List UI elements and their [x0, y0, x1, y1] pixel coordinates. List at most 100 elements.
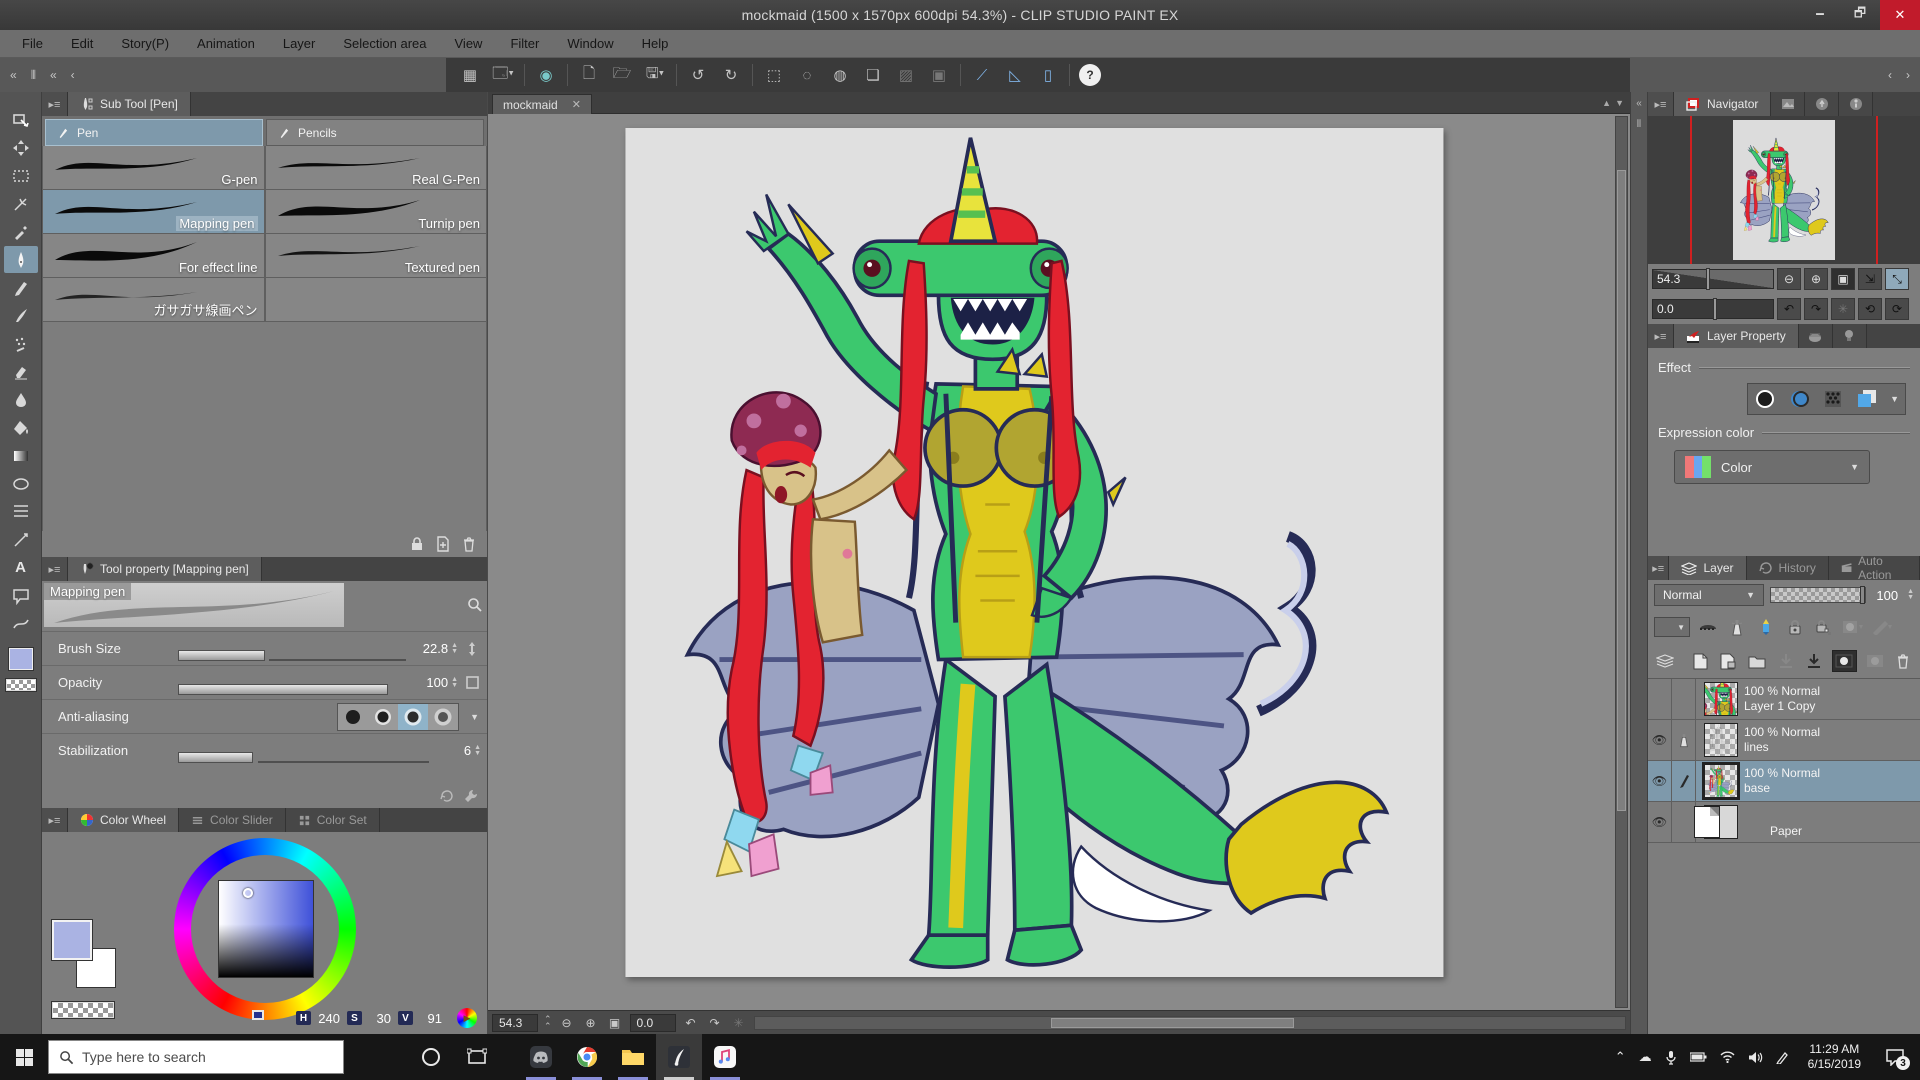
navigator-tab[interactable]: Navigator [1674, 92, 1771, 116]
lock-layer-icon[interactable] [1784, 616, 1806, 638]
subtool-group-tab-pen[interactable]: Pen [45, 119, 263, 146]
page-settings-icon[interactable]: 🗔▾ [491, 63, 515, 87]
main-color-swatch[interactable] [52, 920, 92, 960]
workspace-grid-icon[interactable]: ▦ [458, 63, 482, 87]
nav-flip-horizontal-icon[interactable]: ⇲ [1858, 268, 1882, 290]
marquee-tool[interactable] [4, 162, 38, 189]
brush-size-value[interactable]: 22.8 [414, 641, 448, 656]
ruler-tool[interactable] [4, 526, 38, 553]
brush-item-mapping-pen[interactable]: Mapping pen [42, 190, 265, 234]
navigator-preview[interactable] [1648, 116, 1920, 264]
aa-dropdown-arrow-icon[interactable]: ▼ [470, 712, 479, 722]
reset-rotation-icon[interactable]: ✳ [730, 1016, 748, 1030]
rail-grip-icon[interactable]: ⦀ [1637, 119, 1641, 130]
gradient-tool[interactable] [4, 442, 38, 469]
layer-name[interactable]: Layer 1 Copy [1744, 699, 1820, 714]
invert-selection-icon[interactable]: ◍ [828, 63, 852, 87]
collapse-left2-icon[interactable]: « [50, 68, 57, 82]
airbrush-tool[interactable] [4, 330, 38, 357]
layer-panel-menu-icon[interactable]: ▸≡ [1648, 556, 1669, 580]
halftone-icon[interactable] [1816, 384, 1850, 414]
collapse-right-icon[interactable]: ‹ [1888, 68, 1892, 82]
discord-taskbar-button[interactable] [518, 1034, 564, 1080]
color-mode-toggle-icon[interactable] [457, 1008, 477, 1028]
menu-file[interactable]: File [10, 32, 55, 55]
palette-color-dropdown[interactable]: ▼ [1654, 617, 1690, 637]
color-panel-menu-icon[interactable]: ▸≡ [42, 808, 68, 832]
subtool-group-tab-pencils[interactable]: Pencils [266, 119, 484, 146]
layer-property-menu-icon[interactable]: ▸≡ [1648, 324, 1674, 348]
hue-cursor[interactable] [252, 1010, 264, 1020]
tab-scroll-up-icon[interactable]: ▲ [1602, 98, 1611, 108]
transparent-swatch[interactable] [52, 1002, 114, 1018]
layer-list-icon[interactable] [1654, 650, 1675, 672]
navigator-rotate-slider[interactable]: 0.0 [1652, 299, 1774, 319]
explorer-taskbar-button[interactable] [610, 1034, 656, 1080]
open-file-icon[interactable]: 🗁 [610, 63, 634, 87]
canvas-zoom-value[interactable]: 54.3 [492, 1014, 538, 1032]
tone-effect-icon[interactable] [1782, 384, 1816, 414]
enable-mask-icon[interactable] [1842, 616, 1864, 638]
operation-tool[interactable] [4, 106, 38, 133]
value-value[interactable]: 91 [420, 1011, 442, 1026]
layer-name[interactable]: base [1744, 781, 1820, 796]
saturation-value-square[interactable] [218, 880, 314, 978]
aa-none-button[interactable] [338, 704, 368, 730]
expand-bottom-icon[interactable]: ⌃⌃ [544, 1016, 552, 1030]
aa-weak-button[interactable] [368, 704, 398, 730]
navigator-menu-icon[interactable]: ▸≡ [1648, 92, 1674, 116]
expand-right-icon[interactable]: › [1906, 68, 1910, 82]
nav-reset-icon[interactable]: ✳ [1831, 298, 1855, 320]
navigator-thumbnail[interactable] [1733, 120, 1835, 260]
network-icon[interactable] [1720, 1051, 1735, 1063]
eyedropper-tool[interactable] [4, 218, 38, 245]
effect-dropdown-arrow-icon[interactable]: ▼ [1884, 394, 1905, 404]
ruler-range-icon[interactable] [1871, 616, 1893, 638]
information-tab[interactable] [1839, 92, 1873, 116]
collapse-back-icon[interactable]: ‹ [71, 68, 75, 82]
subtool-panel-menu-icon[interactable]: ▸≡ [42, 92, 68, 116]
layer-name[interactable]: Paper [1770, 824, 1802, 839]
subview-tab[interactable] [1771, 92, 1805, 116]
task-view-button[interactable] [454, 1034, 500, 1080]
tone-tab[interactable] [1799, 324, 1833, 348]
brush-size-dynamics-icon[interactable] [463, 640, 481, 658]
document-close-icon[interactable]: ✕ [572, 98, 581, 111]
stabilization-slider[interactable] [178, 751, 429, 763]
auto-select-tool[interactable] [4, 190, 38, 217]
menu-window[interactable]: Window [555, 32, 625, 55]
blend-mode-dropdown[interactable]: Normal ▼ [1654, 584, 1764, 606]
layer-thumbnail[interactable] [1704, 682, 1738, 716]
tool-property-menu-icon[interactable]: ▸≡ [42, 557, 68, 581]
nav-flip-icon[interactable]: ⤡ [1885, 268, 1909, 290]
brush-size-spinner[interactable]: ▲▼ [451, 643, 458, 655]
splitter-grip-icon[interactable]: ⦀ [31, 68, 36, 83]
layer-opacity-slider[interactable] [1770, 587, 1866, 603]
collapse-left-icon[interactable]: « [10, 68, 17, 82]
deselect-icon[interactable]: ⬚ [762, 63, 786, 87]
save-icon[interactable]: 🖫▾ [643, 63, 667, 87]
sv-cursor[interactable] [243, 888, 253, 898]
opacity-slider[interactable] [178, 683, 406, 695]
balloon-tool[interactable] [4, 582, 38, 609]
brush-item-turnip-pen[interactable]: Turnip pen [265, 190, 488, 234]
aa-strong-button[interactable] [428, 704, 458, 730]
frame-border-tool[interactable] [4, 498, 38, 525]
layer-row-paper[interactable]: 👁 Paper [1648, 802, 1920, 843]
text-tool[interactable]: A [4, 554, 38, 581]
layer-tab[interactable]: Layer [1669, 556, 1746, 580]
cortana-button[interactable] [408, 1034, 454, 1080]
layer-thumbnail[interactable] [1704, 764, 1738, 798]
layer-name[interactable]: lines [1744, 740, 1820, 755]
foreground-color-swatch[interactable] [9, 648, 33, 670]
layer-row-layer1-copy[interactable]: 100 % Normal Layer 1 Copy [1648, 679, 1920, 720]
taskbar-clock[interactable]: 11:29 AM 6/15/2019 [1802, 1042, 1867, 1072]
opacity-value[interactable]: 100 [414, 675, 448, 690]
saturation-value[interactable]: 30 [369, 1011, 391, 1026]
new-layer-folder-icon[interactable] [1746, 650, 1767, 672]
menu-view[interactable]: View [443, 32, 495, 55]
chrome-taskbar-button[interactable] [564, 1034, 610, 1080]
figure-tool[interactable] [4, 470, 38, 497]
reselect-icon[interactable]: ◌ [795, 63, 819, 87]
merge-down-icon[interactable] [1803, 650, 1824, 672]
